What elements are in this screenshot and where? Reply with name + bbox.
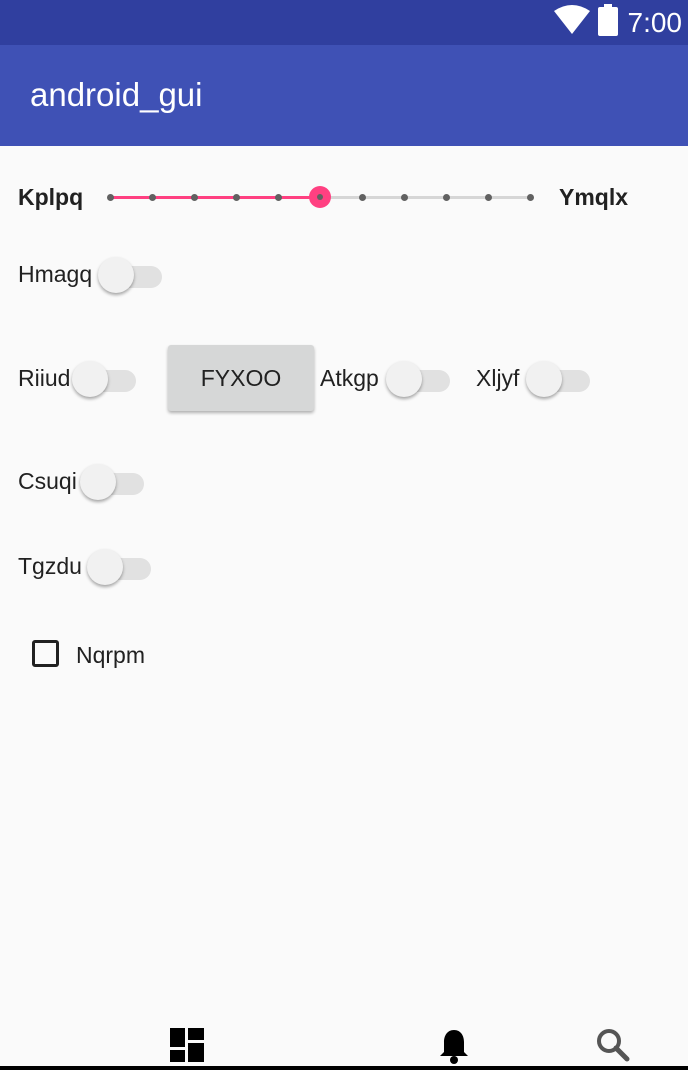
seekbar-tick xyxy=(485,194,492,201)
xljyf-switch[interactable] xyxy=(526,358,592,398)
seekbar-tick xyxy=(443,194,450,201)
seekbar-tick xyxy=(359,194,366,201)
seekbar-progress xyxy=(110,196,320,199)
switch-thumb xyxy=(72,361,108,397)
seekbar-tick xyxy=(233,194,240,201)
app-title: android_gui xyxy=(30,76,203,113)
search-icon[interactable] xyxy=(596,1028,630,1067)
status-time: 7:00 xyxy=(627,6,683,38)
tgzdu-label: Tgzdu xyxy=(18,553,82,579)
app-bar: android_gui xyxy=(0,45,688,146)
seekbar[interactable] xyxy=(107,186,534,208)
riiud-label: Riiud xyxy=(18,365,71,391)
xljyf-label: Xljyf xyxy=(476,365,520,391)
switch-thumb xyxy=(386,361,422,397)
riiud-switch[interactable] xyxy=(72,358,138,398)
seekbar-tick xyxy=(107,194,114,201)
csuqi-label: Csuqi xyxy=(18,468,77,494)
switch-thumb xyxy=(98,257,134,293)
seekbar-tick xyxy=(191,194,198,201)
seekbar-tick xyxy=(527,194,534,201)
seekbar-tick xyxy=(149,194,156,201)
csuqi-switch[interactable] xyxy=(80,461,146,501)
bottom-navigation xyxy=(0,1020,688,1070)
seekbar-tick xyxy=(401,194,408,201)
atkgp-switch[interactable] xyxy=(386,358,452,398)
nqrpm-checkbox[interactable] xyxy=(32,640,59,667)
status-icons: 7:00 xyxy=(553,0,688,45)
seekbar-tick xyxy=(275,194,282,201)
seekbar-thumb[interactable] xyxy=(309,186,331,208)
notifications-icon[interactable] xyxy=(438,1028,470,1069)
atkgp-label: Atkgp xyxy=(320,365,379,391)
status-bar: 7:00 xyxy=(0,0,688,45)
bottom-nav-bar xyxy=(0,1066,688,1070)
switch-thumb xyxy=(87,549,123,585)
seekbar-start-label: Kplpq xyxy=(18,184,84,210)
seekbar-end-label: Ymqlx xyxy=(559,184,629,210)
dashboard-icon[interactable] xyxy=(170,1028,204,1067)
wifi-icon xyxy=(553,5,590,40)
hmagq-label: Hmagq xyxy=(18,261,93,287)
switch-thumb xyxy=(80,464,116,500)
battery-icon xyxy=(597,4,618,41)
fyxoo-button[interactable]: FYXOO xyxy=(168,345,314,411)
tgzdu-switch[interactable] xyxy=(87,546,153,586)
switch-thumb xyxy=(526,361,562,397)
nqrpm-label: Nqrpm xyxy=(76,642,146,668)
hmagq-switch[interactable] xyxy=(98,254,164,294)
